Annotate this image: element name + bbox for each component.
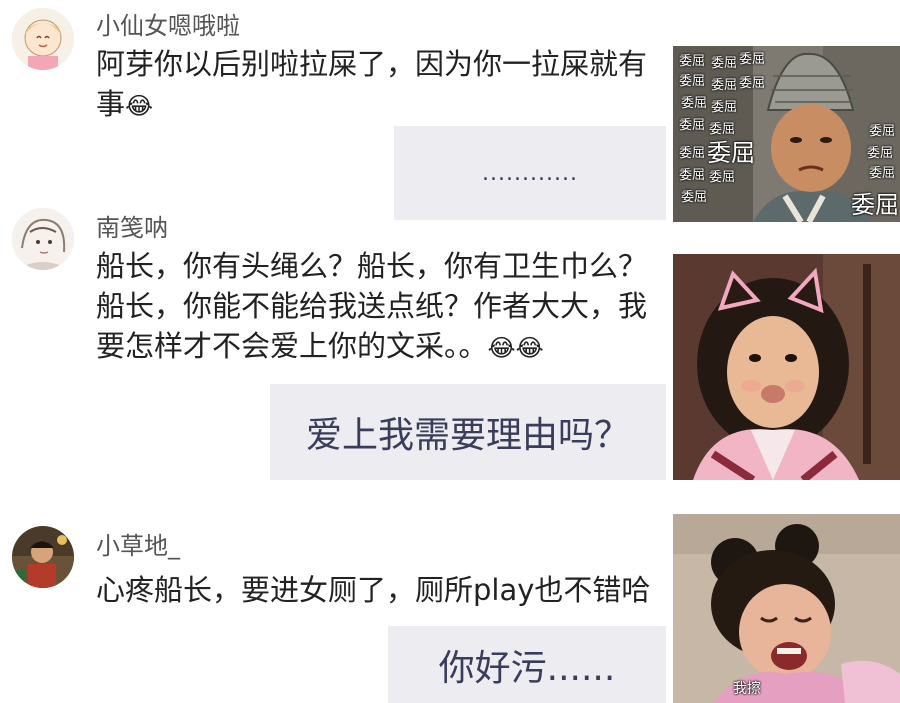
sticker-caption: 委屈 xyxy=(867,146,894,161)
comment-text-line: 阿芽你以后别啦拉屎了，因为你一拉屎就有 xyxy=(96,47,648,81)
avatar-photo-icon xyxy=(12,526,74,588)
sticker-caption: 委屈 xyxy=(739,76,766,91)
comment-text-line: 要怎样才不会爱上你的文采。。😂😂 xyxy=(96,326,676,368)
sticker-caption: 委屈 xyxy=(681,96,708,111)
sticker-caption: 委屈 xyxy=(679,74,706,89)
comment-username[interactable]: 小仙女嗯哦啦 xyxy=(96,6,240,41)
sticker-caption: 委屈 xyxy=(709,170,736,185)
sticker-caption: 委屈 xyxy=(709,122,736,137)
comment-text-line: 心疼船长，要进女厕了，厕所play也不错哈 xyxy=(96,573,651,607)
comment-text: 阿芽你以后别啦拉屎了，因为你一拉屎就有 事😂 xyxy=(96,44,676,126)
sticker-caption: 委屈 xyxy=(681,190,708,205)
sticker-caption: 委屈 xyxy=(851,191,899,219)
reply-bubble: 爱上我需要理由吗？ xyxy=(270,384,666,480)
sticker-caption: 委屈 xyxy=(707,139,755,167)
reply-bubble: 你好污...... xyxy=(388,626,666,703)
comment-text-fragment: 要怎样才不会爱上你的文采。。 xyxy=(96,329,488,363)
reply-text: 爱上我需要理由吗？ xyxy=(305,415,630,456)
comment-text: 心疼船长，要进女厕了，厕所play也不错哈 xyxy=(96,570,676,610)
sticker-caption: 委屈 xyxy=(869,124,896,139)
comment-text: 船长，你有头绳么？船长，你有卫生巾么？ 船长，你能不能给我送点纸？作者大大，我 … xyxy=(96,246,676,368)
sticker-caption: 委屈 xyxy=(739,52,766,67)
sticker-caption: 我擦 xyxy=(733,681,761,697)
crying-girl-sticker-icon xyxy=(673,514,900,703)
laugh-cry-emoji-icon: 😂 xyxy=(515,334,544,362)
sticker-caption: 委屈 xyxy=(711,100,738,115)
laugh-cry-emoji-icon: 😂 xyxy=(125,92,154,120)
reaction-sticker-image: 委屈 委屈 委屈 委屈 委屈 委屈 委屈 委屈 委屈 委屈 委屈 委屈 委屈 委… xyxy=(673,46,900,222)
pouting-girl-sticker-icon xyxy=(673,254,900,480)
comment-username[interactable]: 南笺呐 xyxy=(96,208,168,243)
avatar-cartoon-girl-icon xyxy=(12,8,74,70)
reply-bubble: ............ xyxy=(394,126,666,220)
sticker-caption: 委屈 xyxy=(711,78,738,93)
comment-text-line: 船长，你能不能给我送点纸？作者大大，我 xyxy=(96,289,648,323)
sticker-caption: 委屈 xyxy=(679,146,706,161)
reply-text: 你好污...... xyxy=(438,647,616,689)
comment-text-fragment: 事 xyxy=(96,87,126,121)
reaction-sticker-image xyxy=(673,254,900,480)
avatar-sketch-girl-icon xyxy=(12,208,74,270)
avatar[interactable] xyxy=(12,526,74,588)
comment-username[interactable]: 小草地_ xyxy=(96,526,180,561)
sticker-caption: 委屈 xyxy=(679,118,706,133)
reply-text: ............ xyxy=(482,160,578,186)
sticker-caption: 委屈 xyxy=(711,56,738,71)
sticker-caption: 委屈 xyxy=(869,166,896,181)
laugh-cry-emoji-icon: 😂 xyxy=(487,334,516,362)
sticker-caption: 委屈 xyxy=(679,168,706,183)
avatar[interactable] xyxy=(12,8,74,70)
comment-text-line: 船长，你有头绳么？船长，你有卫生巾么？ xyxy=(96,249,648,283)
comment-text-line: 事😂 xyxy=(96,84,676,126)
reaction-sticker-image: 我擦 xyxy=(673,514,900,703)
avatar[interactable] xyxy=(12,208,74,270)
sticker-caption: 委屈 xyxy=(679,54,706,69)
